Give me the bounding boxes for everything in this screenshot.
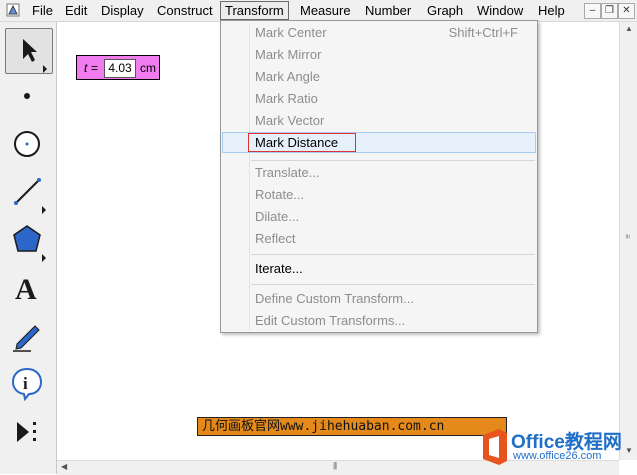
logo-url: www.office26.com [513, 450, 602, 462]
menu-item-label: Rotate... [255, 187, 305, 202]
watermark-text-box: 几何画板官网www.jihehuaban.com.cn [197, 417, 507, 436]
menu-graph[interactable]: Graph [423, 2, 467, 19]
menu-separator [251, 284, 535, 285]
menu-item-label: Mark Mirror [255, 47, 322, 62]
menu-edit[interactable]: Edit [61, 2, 91, 19]
scroll-up-arrow-icon[interactable]: ▲ [625, 24, 633, 33]
menu-number[interactable]: Number [361, 2, 415, 19]
menu-item-mark-vector[interactable]: Mark Vector [222, 110, 536, 131]
point-icon [24, 93, 30, 99]
menu-item-translate[interactable]: Translate... [222, 162, 536, 183]
parameter-name: t [84, 61, 88, 75]
menu-item-reflect[interactable]: Reflect [222, 228, 536, 249]
svg-text:A: A [15, 273, 37, 306]
menu-measure[interactable]: Measure [296, 2, 355, 19]
marker-pen-icon [13, 325, 40, 352]
polygon-tool[interactable] [5, 218, 51, 262]
marker-tool[interactable] [5, 314, 51, 358]
menu-item-mark-mirror[interactable]: Mark Mirror [222, 44, 536, 65]
compass-tool[interactable] [5, 122, 51, 166]
menu-window[interactable]: Window [473, 2, 527, 19]
menu-display[interactable]: Display [97, 2, 148, 19]
menu-item-label: Translate... [255, 165, 320, 180]
compass-circle-icon [14, 131, 40, 157]
text-a-icon: A [15, 273, 37, 306]
menu-item-iterate[interactable]: Iterate... [222, 258, 536, 279]
menu-item-mark-angle[interactable]: Mark Angle [222, 66, 536, 87]
menu-item-rotate[interactable]: Rotate... [222, 184, 536, 205]
menu-item-label: Edit Custom Transforms... [255, 313, 406, 328]
scroll-left-arrow-icon[interactable]: ◀ [61, 462, 67, 471]
custom-tools-icon [17, 422, 36, 442]
polygon-icon [13, 225, 46, 262]
hscroll-grip-icon[interactable]: ||| [333, 461, 337, 470]
text-tool[interactable]: A [5, 266, 51, 310]
scroll-grip-icon[interactable]: ≡ [623, 234, 632, 238]
menu-item-label: Mark Distance [255, 135, 339, 150]
menu-item-label: Dilate... [255, 209, 300, 224]
menu-separator [251, 254, 535, 255]
menu-construct[interactable]: Construct [153, 2, 217, 19]
info-icon: i [11, 367, 43, 402]
menubar: File Edit Display Construct Transform Me… [0, 0, 637, 22]
menu-item-edit-custom-transforms[interactable]: Edit Custom Transforms... [222, 310, 536, 331]
menu-item-dilate[interactable]: Dilate... [222, 206, 536, 227]
menu-item-label: Mark Ratio [255, 91, 318, 106]
sketchpad-app-icon[interactable] [6, 3, 20, 17]
menu-item-label: Mark Center [255, 25, 327, 40]
line-segment-icon [14, 178, 46, 214]
parameter-t[interactable]: t = 4.03 cm [76, 55, 160, 80]
menu-item-label: Mark Vector [255, 113, 325, 128]
menu-item-label: Define Custom Transform... [255, 291, 414, 306]
vertical-scrollbar[interactable]: ▲ ≡ ▼ [619, 22, 637, 460]
transform-menu-dropdown: Mark Center Shift+Ctrl+F Mark Mirror Mar… [220, 20, 538, 333]
menu-file[interactable]: File [28, 2, 57, 19]
custom-tool[interactable] [5, 410, 51, 454]
menu-item-label: Reflect [255, 231, 296, 246]
menu-item-label: Mark Angle [255, 69, 321, 84]
menu-item-mark-center[interactable]: Mark Center Shift+Ctrl+F [222, 22, 536, 43]
straightedge-tool[interactable] [5, 170, 51, 214]
office-logo-icon [483, 429, 507, 465]
close-button[interactable]: ✕ [618, 3, 635, 19]
svg-text:i: i [23, 374, 28, 393]
menu-item-define-custom-transform[interactable]: Define Custom Transform... [222, 288, 536, 309]
menu-item-mark-distance[interactable]: Mark Distance [222, 132, 536, 153]
parameter-value-field[interactable]: 4.03 [104, 59, 136, 78]
restore-button[interactable]: ❐ [601, 3, 618, 19]
menu-item-shortcut: Shift+Ctrl+F [448, 25, 518, 40]
office26-logo: Office教程网 www.office26.com [477, 424, 635, 470]
toolbox: A i [0, 22, 57, 474]
arrow-icon [23, 39, 47, 73]
parameter-unit: cm [140, 61, 156, 75]
minimize-button[interactable]: – [584, 3, 601, 19]
point-tool[interactable] [5, 74, 51, 118]
menu-transform[interactable]: Transform [220, 1, 289, 20]
menu-item-label: Iterate... [255, 261, 303, 276]
selection-arrow-tool[interactable] [5, 28, 53, 74]
menu-item-mark-ratio[interactable]: Mark Ratio [222, 88, 536, 109]
menu-help[interactable]: Help [534, 2, 569, 19]
menu-separator [251, 160, 535, 161]
information-tool[interactable]: i [5, 362, 51, 406]
parameter-equals: = [91, 61, 99, 75]
